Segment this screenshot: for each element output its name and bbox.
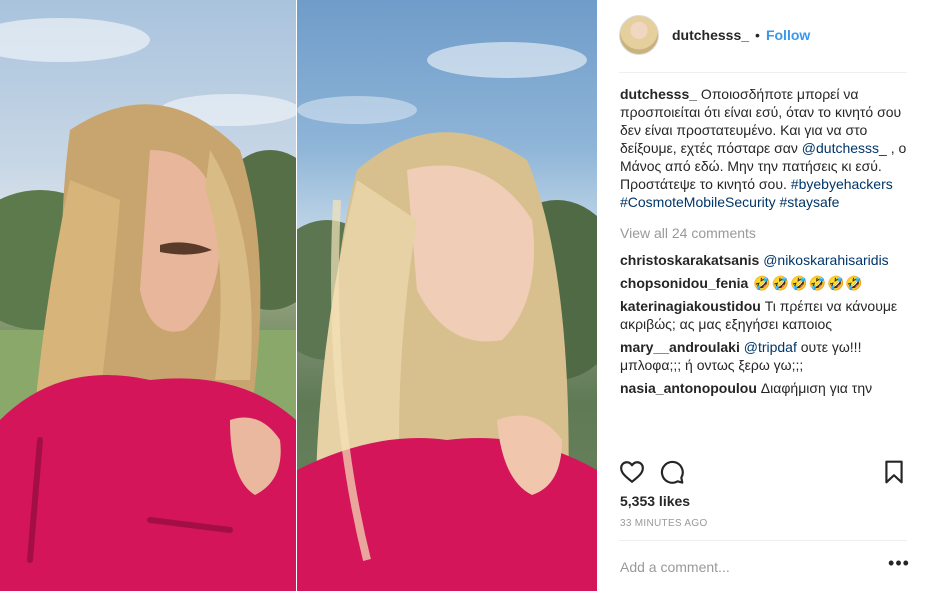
bookmark-icon[interactable] [881, 459, 907, 485]
photo-man-in-wig [0, 0, 296, 591]
hashtag-cosmotemobilesecurity[interactable]: #CosmoteMobileSecurity [620, 194, 776, 210]
post-side-panel: dutchesss_ • Follow dutchesss_ Οποιοσδήπ… [597, 0, 929, 591]
header-username[interactable]: dutchesss_ [672, 27, 749, 43]
ellipsis-icon[interactable]: ••• [887, 554, 911, 578]
comment: chopsonidou_fenia 🤣🤣🤣🤣🤣🤣 [620, 274, 910, 292]
caption: dutchesss_ Οποιοσδήποτε μπορεί να προσπο… [620, 85, 910, 211]
avatar[interactable] [619, 15, 659, 55]
comment-mention[interactable]: @nikoskarahisaridis [763, 252, 888, 268]
comment-divider [619, 540, 907, 541]
header-divider [619, 72, 907, 73]
post-header: dutchesss_ • Follow [597, 0, 929, 70]
speech-bubble-icon[interactable] [659, 459, 685, 485]
hashtag-byebyehackers[interactable]: #byebyehackers [791, 176, 893, 192]
photo-left-illustration [0, 18, 296, 591]
caption-username[interactable]: dutchesss_ [620, 86, 697, 102]
comment-username[interactable]: chopsonidou_fenia [620, 275, 748, 291]
follow-button[interactable]: Follow [766, 27, 810, 43]
add-comment-input[interactable] [620, 556, 880, 578]
separator-dot: • [755, 27, 760, 43]
comment-username[interactable]: katerinagiakoustidou [620, 298, 761, 314]
photo-woman [297, 0, 597, 591]
post-timestamp: 33 MINUTES AGO [620, 518, 708, 529]
comment-mention[interactable]: @tripdaf [744, 339, 797, 355]
comment: nasia_antonopoulou Διαφήμιση για την [620, 379, 910, 397]
comment-text: Διαφήμιση για την [756, 380, 873, 396]
comment: christoskarakatsanis @nikoskarahisaridis [620, 251, 910, 269]
comment-username[interactable]: nasia_antonopoulou [620, 380, 757, 396]
hashtag-staysafe[interactable]: #staysafe [780, 194, 840, 210]
likes-count[interactable]: 5,353 likes [620, 493, 690, 509]
view-all-comments-link[interactable]: View all 24 comments [620, 224, 910, 242]
caption-mention[interactable]: @dutchesss_ [802, 140, 887, 156]
comment-username[interactable]: christoskarakatsanis [620, 252, 759, 268]
comment: katerinagiakoustidou Τι πρέπει να κάνουμ… [620, 297, 910, 333]
comment-username[interactable]: mary__androulaki [620, 339, 740, 355]
comment-text: 🤣🤣🤣🤣🤣🤣 [748, 275, 864, 291]
heart-icon[interactable] [619, 459, 645, 485]
comments-section[interactable]: dutchesss_ Οποιοσδήποτε μπορεί να προσπο… [620, 85, 910, 447]
action-bar [597, 453, 929, 489]
comment: mary__androulaki @tripdaf ουτε γω!!! μπλ… [620, 338, 910, 374]
photo-right-illustration [297, 42, 597, 591]
post-media[interactable] [0, 0, 597, 591]
